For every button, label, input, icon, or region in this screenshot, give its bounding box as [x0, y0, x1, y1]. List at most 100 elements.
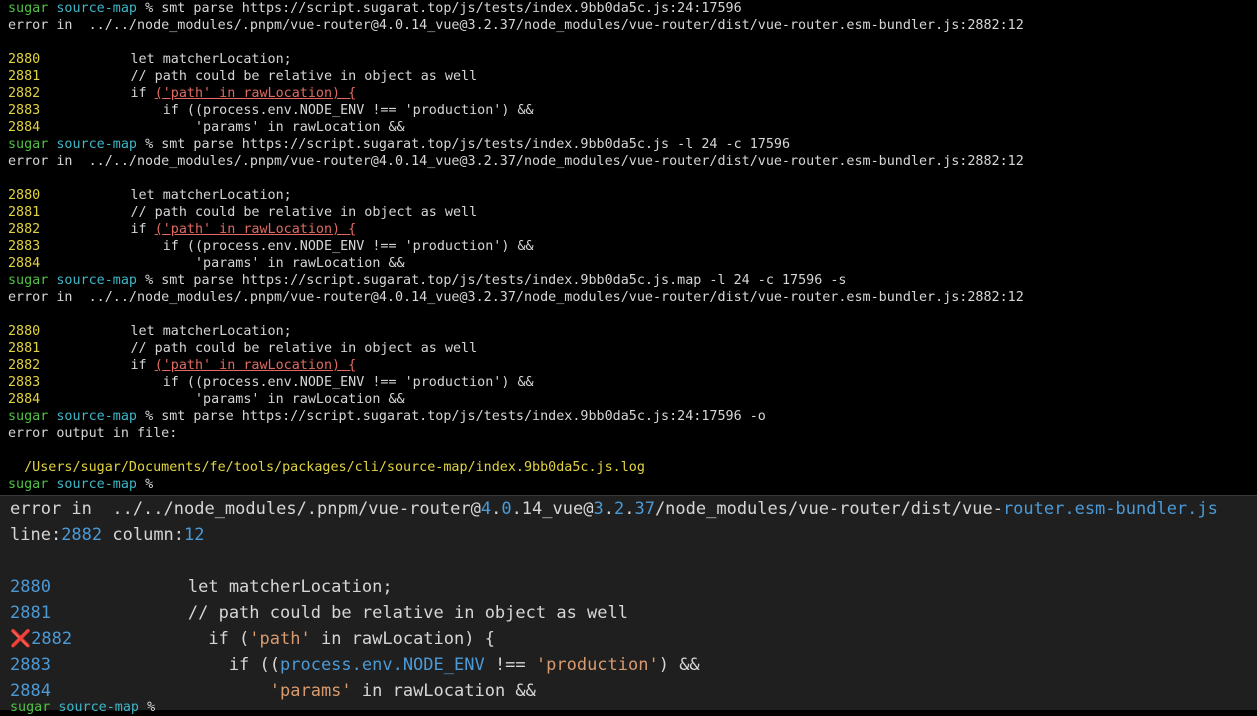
preview-code-line: 2880 let matcherLocation;: [10, 574, 1257, 600]
column-value: 12: [184, 525, 205, 545]
version-digit: 2: [613, 499, 625, 519]
prompt-dir: source-map: [56, 137, 137, 152]
line-number: 2880: [10, 577, 51, 597]
code-text: let matcherLocation;: [106, 577, 393, 597]
line-number: 2884: [8, 392, 41, 407]
keyword-token: process.env.NODE_ENV: [280, 655, 485, 675]
line-number: 2883: [8, 375, 41, 390]
code-line: 2883 if ((process.env.NODE_ENV !== 'prod…: [8, 374, 1257, 391]
error-path-line: error in ../../node_modules/.pnpm/vue-ro…: [10, 496, 1257, 522]
code-text: let matcherLocation;: [66, 52, 292, 67]
output-file-line: /Users/sugar/Documents/fe/tools/packages…: [8, 459, 1257, 476]
version-dot: .: [603, 499, 614, 519]
error-preview-panel: error in ../../node_modules/.pnpm/vue-ro…: [0, 495, 1257, 715]
output-file-path[interactable]: /Users/sugar/Documents/fe/tools/packages…: [24, 460, 645, 475]
code-text: if: [66, 222, 155, 237]
code-line: 2881 // path could be relative in object…: [8, 340, 1257, 357]
line-number: 2882: [8, 86, 41, 101]
code-line: 2883 if ((process.env.NODE_ENV !== 'prod…: [8, 238, 1257, 255]
code-line: 2880 let matcherLocation;: [8, 323, 1257, 340]
error-x-icon: ❌: [10, 629, 32, 649]
prompt-line: sugar source-map % smt parse https://scr…: [8, 272, 1257, 289]
prompt-symbol: %: [147, 700, 156, 715]
column-label: column:: [102, 525, 185, 545]
code-text: // path could be relative in object as w…: [66, 341, 478, 356]
version-dot: .: [491, 499, 502, 519]
command-text: smt parse https://script.sugarat.top/js/…: [161, 409, 766, 424]
preview-code-line: 2881 // path could be relative in object…: [10, 600, 1257, 626]
prompt-line: sugar source-map % smt parse https://scr…: [8, 0, 1257, 17]
line-number: 2881: [8, 205, 41, 220]
code-text: 'params' in rawLocation &&: [66, 256, 405, 271]
line-label: line:: [10, 525, 62, 545]
line-number: 2882: [8, 222, 41, 237]
code-text: !==: [484, 655, 536, 675]
code-text: let matcherLocation;: [66, 188, 292, 203]
command-text: smt parse https://script.sugarat.top/js/…: [161, 1, 742, 16]
prompt-symbol: %: [145, 477, 154, 492]
command-text: smt parse https://script.sugarat.top/js/…: [161, 273, 847, 288]
prompt-line: sugar source-map %: [10, 699, 155, 716]
line-number: 2880: [8, 188, 41, 203]
code-text: // path could be relative in object as w…: [106, 603, 628, 623]
code-text: if: [66, 86, 155, 101]
prompt-dir: source-map: [56, 409, 137, 424]
version-digit: 4: [480, 499, 492, 519]
error-line: error in ../../node_modules/.pnpm/vue-ro…: [8, 18, 1024, 33]
prompt-user: sugar: [8, 409, 49, 424]
line-number: 2882: [8, 358, 41, 373]
error-path-prefix: error in ../../node_modules/.pnpm/vue-ro…: [10, 499, 481, 519]
code-text: // path could be relative in object as w…: [66, 69, 478, 84]
string-token: 'params': [269, 681, 352, 701]
line-number: 2883: [8, 239, 41, 254]
prompt-symbol: %: [145, 1, 154, 16]
preview-code-line: 2883 if ((process.env.NODE_ENV !== 'prod…: [10, 652, 1257, 678]
line-number: 2880: [8, 324, 41, 339]
error-line: error in ../../node_modules/.pnpm/vue-ro…: [8, 154, 1024, 169]
code-text: in rawLocation) {: [310, 629, 495, 649]
prompt-symbol: %: [145, 273, 154, 288]
code-text: let matcherLocation;: [66, 324, 292, 339]
prompt-line: sugar source-map % smt parse https://scr…: [8, 136, 1257, 153]
prompt-user: sugar: [8, 477, 49, 492]
error-path-mid: /node_modules/vue-router/dist/vue-: [654, 499, 1003, 519]
prompt-line: sugar source-map % smt parse https://scr…: [8, 408, 1257, 425]
prompt-dir: source-map: [56, 477, 137, 492]
prompt-user: sugar: [8, 1, 49, 16]
version-digit: 3: [593, 499, 604, 519]
error-highlight: ('path' in rawLocation) {: [154, 86, 357, 101]
terminal-output: sugar source-map % smt parse https://scr…: [0, 0, 1257, 495]
code-text: if ((process.env.NODE_ENV !== 'productio…: [66, 103, 534, 118]
prompt-user: sugar: [8, 273, 49, 288]
code-text: if (: [106, 629, 250, 649]
prompt-dir: source-map: [58, 700, 139, 715]
prompt-user: sugar: [10, 700, 51, 715]
line-value: 2882: [61, 525, 103, 545]
output-label: error output in file:: [8, 426, 178, 441]
code-text: // path could be relative in object as w…: [66, 205, 478, 220]
code-line: 2884 'params' in rawLocation &&: [8, 391, 1257, 408]
code-text: 'params' in rawLocation &&: [66, 392, 405, 407]
code-line: 2881 // path could be relative in object…: [8, 68, 1257, 85]
code-line-error: 2882 if ('path' in rawLocation) {: [8, 357, 1257, 374]
preview-code-line: 2884 'params' in rawLocation &&: [10, 678, 1257, 704]
line-column-info: line:2882 column:12: [10, 522, 1257, 548]
code-text: ) &&: [658, 655, 700, 675]
version-digit: 37: [634, 499, 655, 519]
preview-code-line-error: ❌2882 if ('path' in rawLocation) {: [10, 626, 1257, 652]
prompt-user: sugar: [8, 137, 49, 152]
line-number: 2884: [8, 120, 41, 135]
code-line: 2880 let matcherLocation;: [8, 51, 1257, 68]
line-number: 2881: [8, 69, 41, 84]
error-file-name[interactable]: router.esm-bundler.js: [1003, 499, 1218, 519]
error-highlight: ('path' in rawLocation) {: [154, 222, 357, 237]
error-line: error in ../../node_modules/.pnpm/vue-ro…: [8, 290, 1024, 305]
code-line-error: 2882 if ('path' in rawLocation) {: [8, 221, 1257, 238]
code-text: in rawLocation &&: [351, 681, 536, 701]
version-text: .14_vue@: [511, 499, 594, 519]
